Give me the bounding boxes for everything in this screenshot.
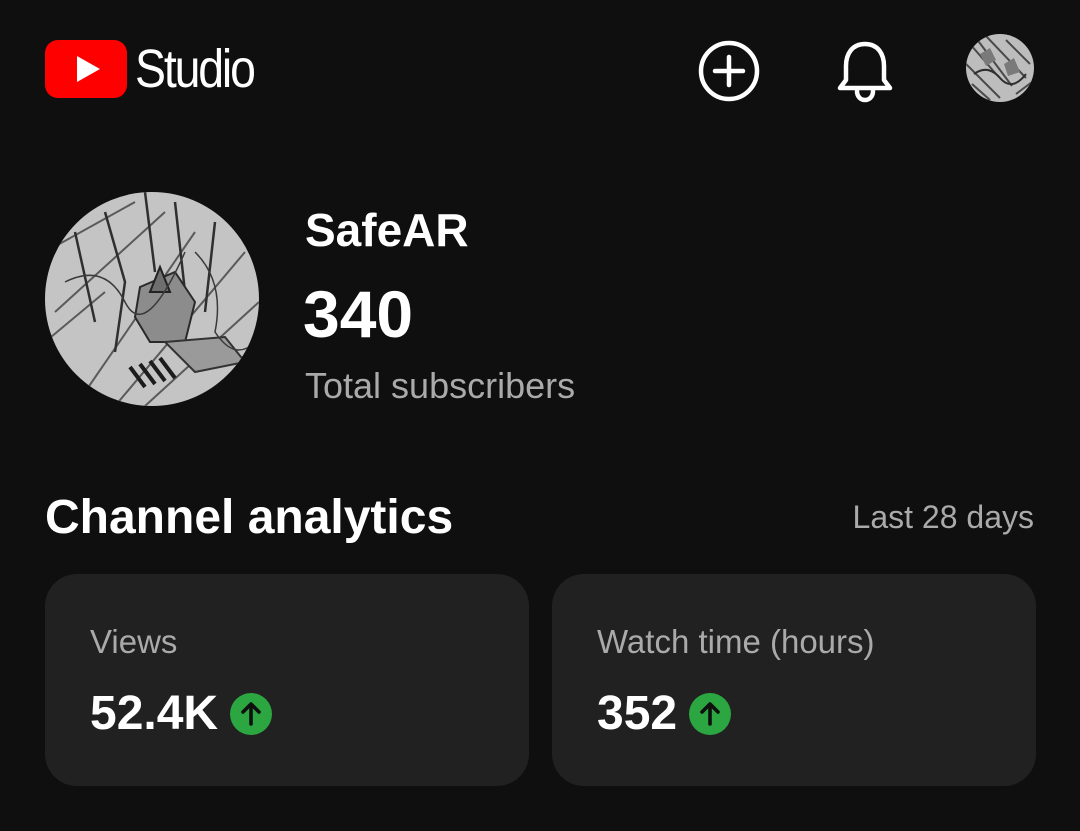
- arrow-up-icon: [230, 693, 273, 735]
- studio-logo[interactable]: Studio: [45, 40, 273, 98]
- watch-time-card[interactable]: Watch time (hours) 352: [552, 574, 1036, 786]
- watch-time-label: Watch time (hours): [597, 623, 875, 660]
- analytics-title: Channel analytics: [45, 491, 454, 544]
- views-value-row: 52.4K: [90, 684, 273, 744]
- account-avatar-image: [966, 34, 1034, 102]
- channel-avatar[interactable]: [45, 192, 259, 406]
- views-value: 52.4K: [90, 687, 219, 740]
- views-label: Views: [90, 623, 178, 660]
- app-header: Studio: [0, 0, 1080, 140]
- watch-time-value: 352: [597, 687, 678, 740]
- subscriber-count: 340: [303, 277, 414, 351]
- account-avatar[interactable]: [966, 34, 1034, 102]
- create-button[interactable]: [694, 36, 764, 106]
- bell-icon: [837, 41, 893, 103]
- add-circle-icon: [698, 40, 760, 102]
- notifications-button[interactable]: [830, 36, 900, 106]
- channel-avatar-image: [45, 192, 259, 406]
- subscriber-label: Total subscribers: [305, 365, 576, 406]
- analytics-period: Last 28 days: [852, 499, 1034, 535]
- channel-name: SafeAR: [305, 204, 469, 256]
- watch-time-value-row: 352: [597, 684, 732, 744]
- logo-text: Studio: [135, 39, 256, 99]
- arrow-up-icon: [689, 693, 732, 735]
- youtube-logo-icon: [45, 40, 127, 98]
- views-card[interactable]: Views 52.4K: [45, 574, 529, 786]
